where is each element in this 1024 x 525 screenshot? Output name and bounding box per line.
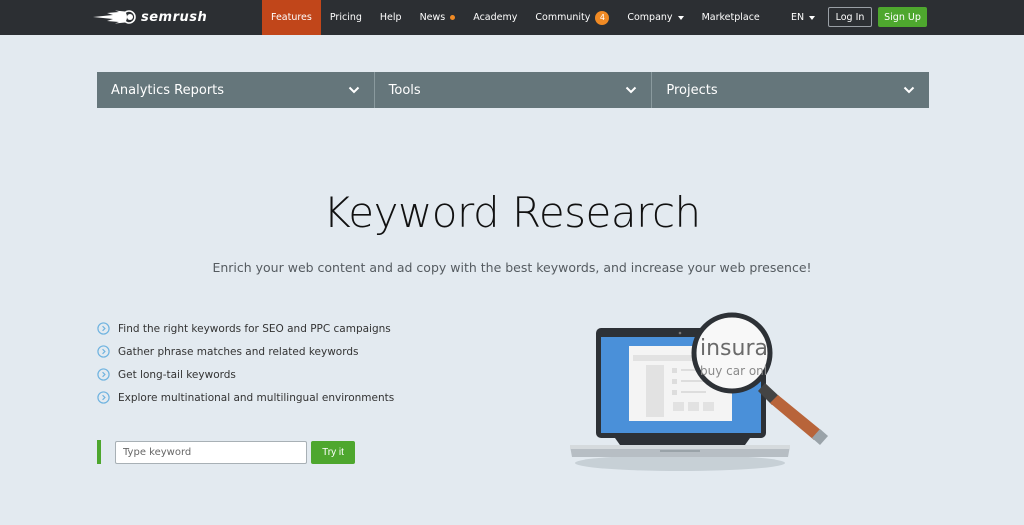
nav-community[interactable]: Community 4 [526, 0, 618, 35]
semrush-logo[interactable]: semrush [93, 8, 207, 26]
feature-text: Get long-tail keywords [118, 368, 236, 381]
menu-projects[interactable]: Projects [652, 72, 930, 108]
feature-text: Explore multinational and multilingual e… [118, 391, 395, 404]
list-item: Get long-tail keywords [97, 363, 394, 386]
chevron-down-icon [348, 86, 359, 94]
chevron-circle-icon [97, 322, 110, 335]
logo-fireball-icon [93, 10, 136, 24]
list-item: Find the right keywords for SEO and PPC … [97, 317, 394, 340]
nav-label: Company [627, 12, 673, 23]
menu-tools[interactable]: Tools [374, 72, 653, 108]
nav-news[interactable]: News [411, 0, 465, 35]
menu-label: Projects [666, 82, 718, 98]
nav-pricing[interactable]: Pricing [321, 0, 371, 35]
chevron-down-icon [626, 86, 637, 94]
logo-text: semrush [141, 9, 208, 25]
community-badge: 4 [595, 10, 610, 25]
language-selector[interactable]: EN [791, 0, 816, 35]
laptop-magnifier-illustration: insura buy car onl [570, 312, 828, 471]
language-label: EN [791, 12, 805, 23]
nav-label: Marketplace [701, 12, 760, 23]
nav-label: Features [271, 12, 312, 23]
chevron-circle-icon [97, 368, 110, 381]
nav-label: Help [379, 12, 402, 23]
chevron-circle-icon [97, 391, 110, 404]
feature-menu: Analytics Reports Tools Projects [97, 72, 930, 108]
list-item: Explore multinational and multilingual e… [97, 386, 394, 409]
nav-label: Community [535, 12, 591, 23]
page-title: Keyword Research [323, 188, 701, 237]
search-accent-bar [97, 440, 101, 464]
feature-text: Gather phrase matches and related keywor… [118, 345, 359, 358]
keyword-search-input[interactable] [115, 441, 307, 464]
nav-marketplace[interactable]: Marketplace [693, 0, 769, 35]
magnified-text-2: buy car onl [700, 364, 767, 378]
try-it-button[interactable]: Try it [311, 441, 355, 464]
list-item: Gather phrase matches and related keywor… [97, 340, 394, 363]
feature-list: Find the right keywords for SEO and PPC … [97, 317, 394, 409]
menu-analytics-reports[interactable]: Analytics Reports [97, 72, 375, 108]
magnified-text-1: insura [700, 336, 768, 361]
nav-label: Academy [473, 12, 518, 23]
nav-label: Pricing [329, 12, 362, 23]
caret-down-icon [677, 15, 684, 20]
nav-help[interactable]: Help [371, 0, 411, 35]
laptop-keyboard [615, 438, 750, 445]
nav-label: News [419, 12, 446, 23]
chevron-down-icon [903, 86, 915, 94]
chevron-circle-icon [97, 345, 110, 358]
news-indicator-dot [450, 15, 456, 20]
login-button[interactable]: Log In [828, 7, 872, 27]
menu-label: Tools [388, 82, 421, 98]
top-navigation-bar: semrush Features Pricing Help News Acade… [0, 0, 1024, 35]
menu-label: Analytics Reports [111, 82, 225, 98]
laptop-shadow [575, 455, 785, 471]
page-subtitle: Enrich your web content and ad copy with… [212, 260, 812, 275]
signup-button[interactable]: Sign Up [878, 7, 927, 27]
feature-text: Find the right keywords for SEO and PPC … [118, 322, 391, 335]
main-nav: Features Pricing Help News Academy Commu… [262, 0, 769, 35]
laptop-camera [678, 331, 682, 335]
nav-academy[interactable]: Academy [464, 0, 526, 35]
nav-company[interactable]: Company [618, 0, 692, 35]
nav-features[interactable]: Features [262, 0, 321, 35]
caret-down-icon [809, 15, 816, 20]
